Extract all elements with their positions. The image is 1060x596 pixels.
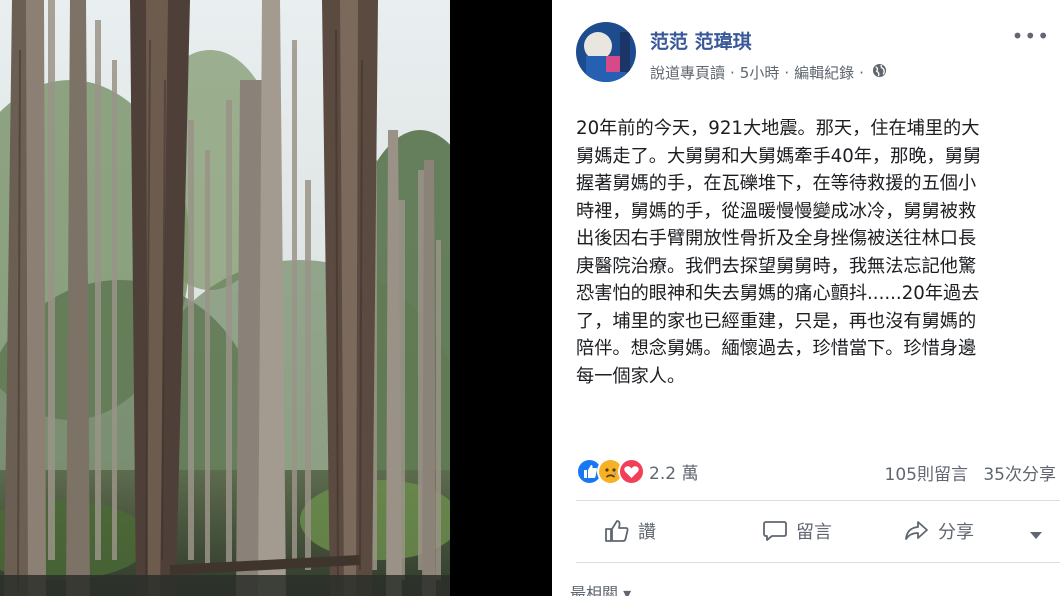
engagement-counts: 105則留言 35次分享 <box>885 460 1057 485</box>
reaction-count[interactable]: 2.2 萬 <box>649 459 698 484</box>
photo-viewer <box>0 0 552 596</box>
share-options-chevron-down-icon[interactable] <box>1030 532 1042 539</box>
thumbs-up-icon <box>605 520 629 542</box>
author-name[interactable]: 范范 范瑋琪 <box>650 27 752 54</box>
divider <box>576 562 1060 563</box>
post-photo[interactable] <box>0 0 450 596</box>
like-button[interactable]: 讚 <box>604 518 656 544</box>
post-timestamp[interactable]: 5小時 <box>740 62 780 83</box>
avatar-image <box>576 22 636 82</box>
edit-history-link[interactable]: 編輯紀錄 <box>794 62 854 83</box>
meta-separator: · <box>730 63 735 82</box>
author-avatar[interactable] <box>576 22 636 82</box>
share-icon <box>905 521 928 540</box>
action-bar: 讚 留言 分享 <box>576 506 1060 558</box>
post-text: 20年前的今天，921大地震。那天，住在埔里的大 舅媽走了。大舅舅和大舅媽牽手4… <box>576 118 982 387</box>
share-label: 分享 <box>938 522 974 543</box>
meta-separator: · <box>859 63 864 82</box>
like-label: 讚 <box>638 522 656 543</box>
comment-count[interactable]: 105則留言 <box>885 465 968 485</box>
meta-via[interactable]: 說道專頁讀 <box>650 62 725 83</box>
more-options-button[interactable]: ••• <box>1012 24 1050 48</box>
globe-icon[interactable] <box>872 63 887 82</box>
comment-icon <box>763 521 787 541</box>
share-button[interactable]: 分享 <box>904 518 974 544</box>
reaction-summary[interactable]: 2.2 萬 <box>576 456 698 486</box>
divider <box>576 500 1060 501</box>
post-panel: 范范 范瑋琪 ••• 說道專頁讀 · 5小時 · 編輯紀錄 · 20年前的今天，… <box>552 0 1060 596</box>
share-count[interactable]: 35次分享 <box>983 465 1056 485</box>
post-meta: 說道專頁讀 · 5小時 · 編輯紀錄 · <box>650 62 887 83</box>
comment-button[interactable]: 留言 <box>762 518 832 544</box>
comment-sort-dropdown[interactable]: 最相關 ▾ <box>570 580 631 596</box>
comment-label: 留言 <box>796 522 832 543</box>
love-reaction-icon <box>618 457 645 485</box>
forest-image <box>0 0 450 596</box>
meta-separator: · <box>784 63 790 82</box>
